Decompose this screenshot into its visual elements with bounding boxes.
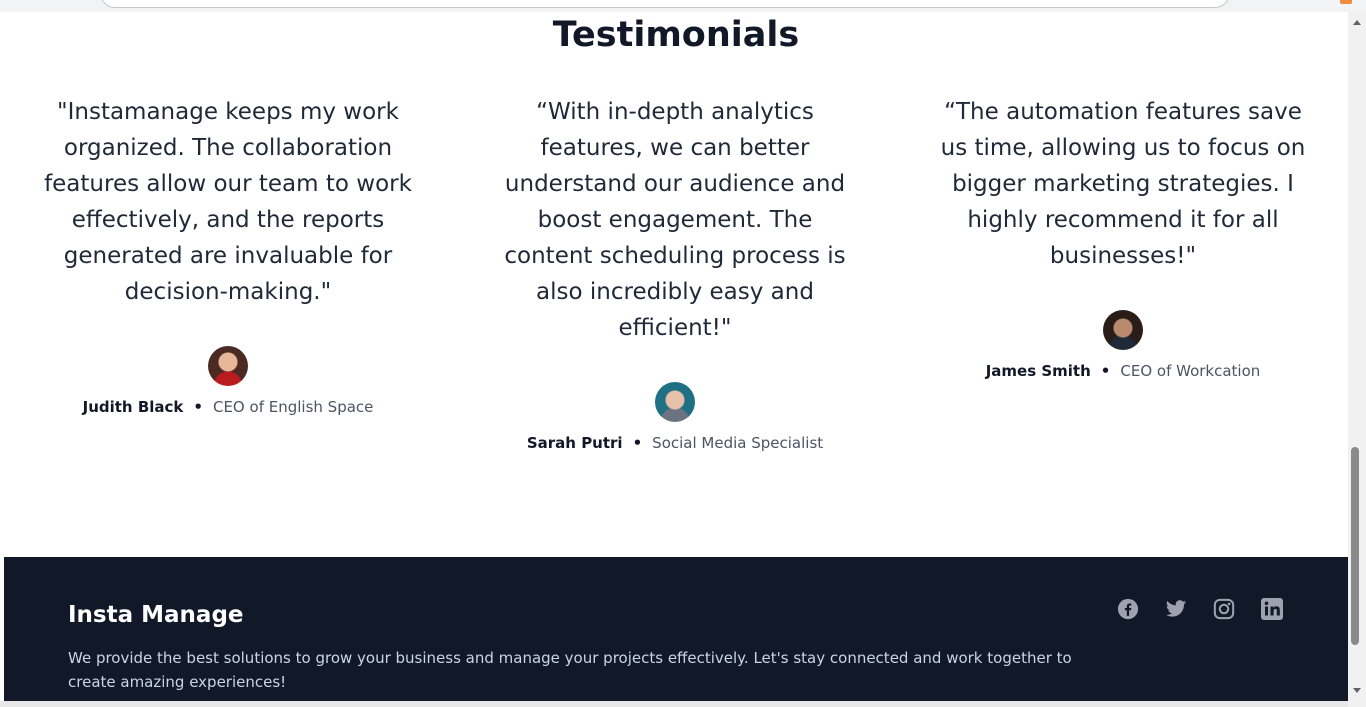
extension-icon[interactable] bbox=[1340, 0, 1352, 4]
instagram-icon[interactable] bbox=[1212, 597, 1236, 621]
page-viewport: Testimonials "Instamanage keeps my work … bbox=[4, 12, 1348, 701]
window-bottom-edge bbox=[0, 701, 1348, 707]
footer-description: We provide the best solutions to grow yo… bbox=[68, 649, 1072, 691]
testimonial-author: James Smith • CEO of Workcation bbox=[938, 362, 1308, 380]
author-name: Sarah Putri bbox=[526, 434, 623, 452]
browser-address-bar-edge bbox=[0, 0, 1366, 12]
testimonial-author: Judith Black • CEO of English Space bbox=[43, 398, 413, 416]
social-links bbox=[1116, 597, 1284, 621]
linkedin-icon[interactable] bbox=[1260, 597, 1284, 621]
author-role: CEO of English Space bbox=[212, 398, 374, 416]
testimonials-title: Testimonials bbox=[552, 15, 800, 55]
testimonial-author: Sarah Putri • Social Media Specialist bbox=[490, 434, 860, 452]
testimonial-card-1: "Instamanage keeps my work organized. Th… bbox=[43, 94, 413, 416]
testimonial-quote: "Instamanage keeps my work organized. Th… bbox=[44, 99, 412, 305]
facebook-icon[interactable] bbox=[1116, 597, 1140, 621]
testimonial-card-3: “The automation features save us time, a… bbox=[938, 94, 1308, 380]
vertical-scrollbar[interactable] bbox=[1348, 12, 1366, 707]
testimonial-quote: “The automation features save us time, a… bbox=[940, 99, 1306, 269]
testimonial-quote: “With in-depth analytics features, we ca… bbox=[504, 99, 846, 341]
separator-dot: • bbox=[632, 434, 643, 452]
author-role: CEO of Workcation bbox=[1120, 362, 1261, 380]
scroll-up-arrow-icon[interactable] bbox=[1353, 20, 1361, 25]
author-name: James Smith bbox=[985, 362, 1091, 380]
scroll-down-arrow-icon[interactable] bbox=[1353, 688, 1361, 693]
separator-dot: • bbox=[1100, 362, 1111, 380]
avatar-sarah-putri bbox=[655, 382, 695, 422]
avatar-james-smith bbox=[1103, 310, 1143, 350]
testimonial-card-2: “With in-depth analytics features, we ca… bbox=[490, 94, 860, 452]
author-role: Social Media Specialist bbox=[652, 434, 824, 452]
address-bar[interactable] bbox=[100, 0, 1230, 8]
author-name: Judith Black bbox=[82, 398, 184, 416]
avatar-judith-black bbox=[208, 346, 248, 386]
separator-dot: • bbox=[193, 398, 203, 416]
site-footer: Insta Manage We provide the best solutio… bbox=[4, 557, 1348, 701]
scrollbar-thumb[interactable] bbox=[1351, 447, 1359, 645]
twitter-icon[interactable] bbox=[1164, 597, 1188, 621]
footer-brand: Insta Manage bbox=[68, 602, 244, 628]
